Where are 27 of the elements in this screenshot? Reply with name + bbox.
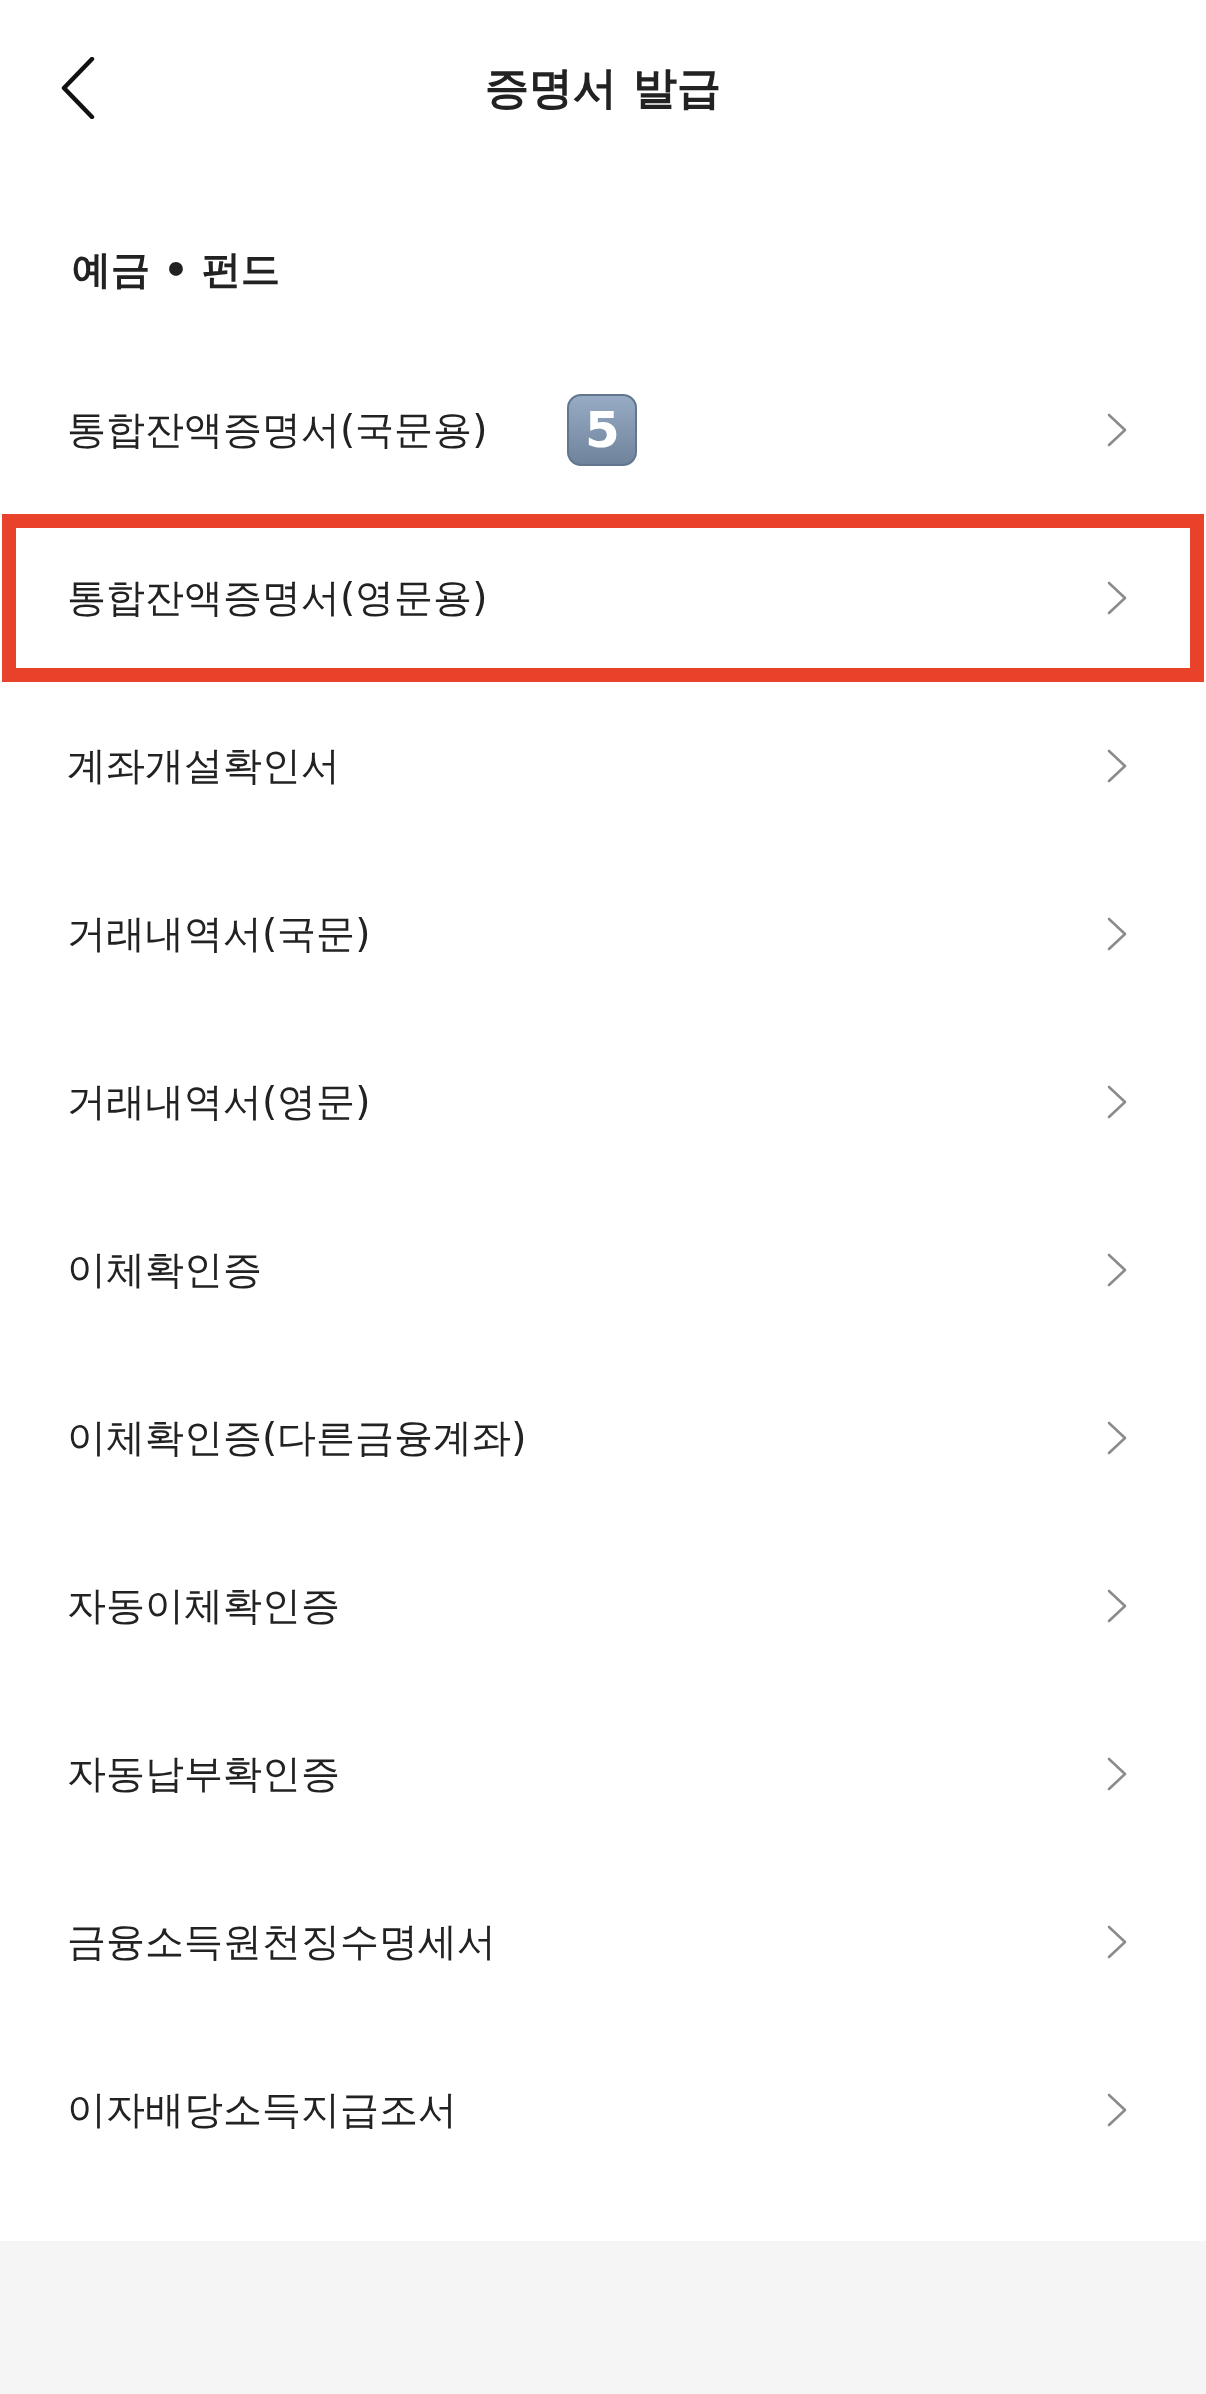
chevron-right-icon xyxy=(1107,2093,1127,2127)
list-item[interactable]: 통합잔액증명서(국문용) 5 xyxy=(2,346,1204,514)
chevron-right-icon xyxy=(1107,749,1127,783)
back-button[interactable] xyxy=(61,57,95,119)
list-item[interactable]: 거래내역서(영문) xyxy=(2,1018,1204,1186)
list-item[interactable]: 계좌개설확인서 xyxy=(2,682,1204,850)
list-item[interactable]: 자동납부확인증 xyxy=(2,1690,1204,1858)
back-icon xyxy=(61,57,95,119)
list-item[interactable]: 이체확인증(다른금융계좌) xyxy=(2,1354,1204,1522)
list-item[interactable]: 거래내역서(국문) xyxy=(2,850,1204,1018)
page-title: 증명서 발급 xyxy=(485,61,721,115)
chevron-right-icon xyxy=(1107,1421,1127,1455)
list-item[interactable]: 통합잔액증명서(영문용) xyxy=(2,514,1204,682)
section-heading: 예금 • 펀드 xyxy=(72,246,281,294)
list-item[interactable]: 이자배당소득지급조서 xyxy=(2,2026,1204,2194)
list-item[interactable]: 자동이체확인증 xyxy=(2,1522,1204,1690)
chevron-right-icon xyxy=(1107,1589,1127,1623)
chevron-right-icon xyxy=(1107,413,1127,447)
chevron-right-icon xyxy=(1107,1085,1127,1119)
chevron-right-icon xyxy=(1107,917,1127,951)
list-item[interactable]: 이체확인증 xyxy=(2,1186,1204,1354)
chevron-right-icon xyxy=(1107,1925,1127,1959)
chevron-right-icon xyxy=(1107,1757,1127,1791)
chevron-right-icon xyxy=(1107,1253,1127,1287)
list-item[interactable]: 금융소득원천징수명세서 xyxy=(2,1858,1204,2026)
number-badge: 5 xyxy=(567,394,638,466)
chevron-right-icon xyxy=(1107,581,1127,615)
